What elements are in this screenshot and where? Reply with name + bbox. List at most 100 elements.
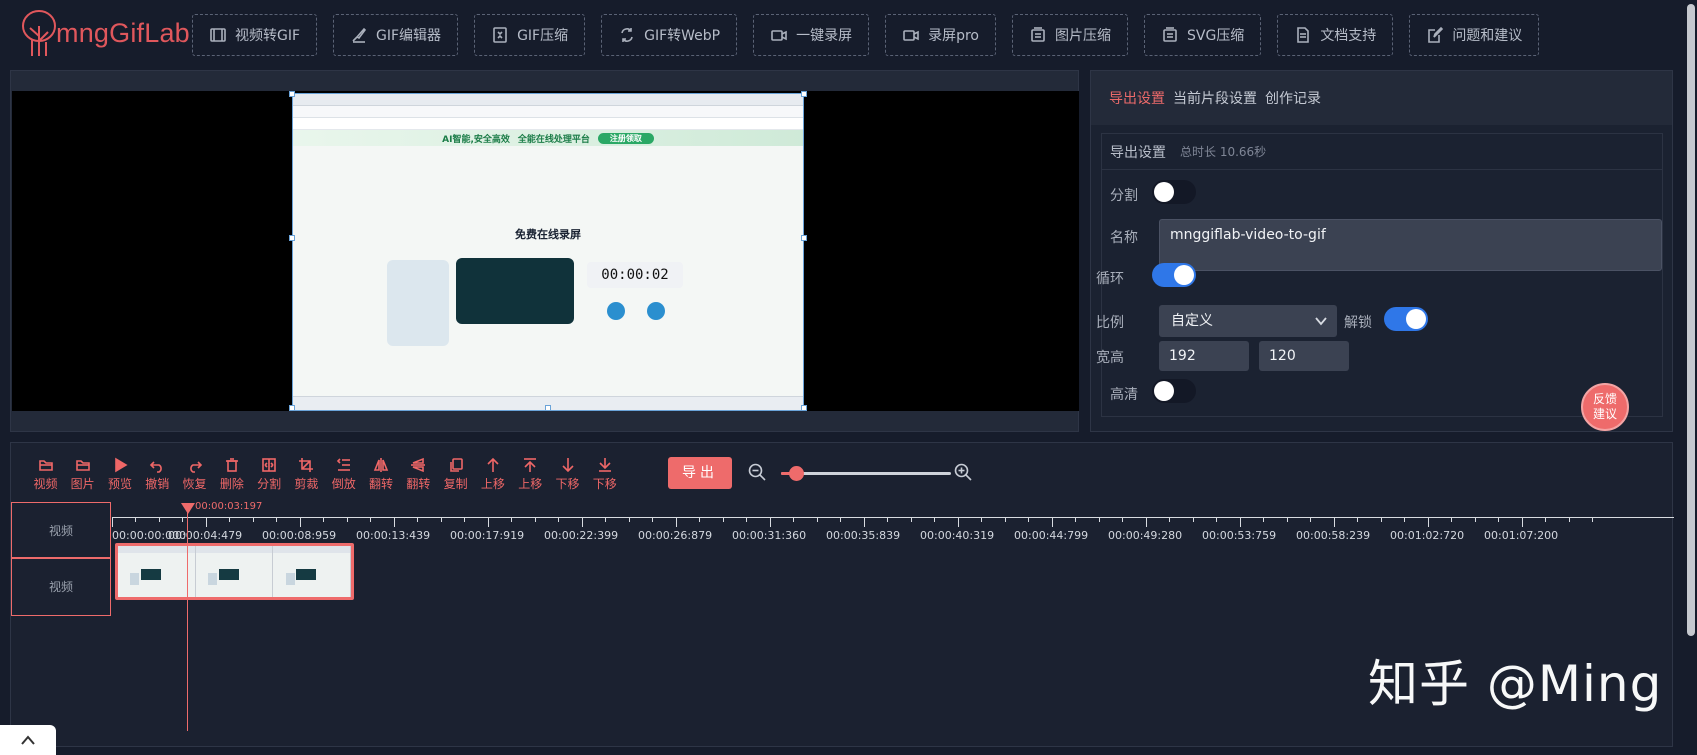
ruler-minor-tick: [253, 517, 254, 522]
tab-export-settings[interactable]: 导出设置: [1109, 88, 1165, 108]
app-header: mngGifLab 视频转GIF GIF编辑器 GIF压缩 GIF转WebP 一…: [0, 0, 1697, 68]
tool-undo-button[interactable]: 撤销: [139, 457, 176, 492]
nav-video-to-gif[interactable]: 视频转GIF: [192, 14, 318, 56]
nav-gif-to-webp[interactable]: GIF转WebP: [601, 14, 738, 56]
zoom-slider-thumb[interactable]: [788, 466, 804, 481]
resize-handle[interactable]: [289, 235, 295, 241]
zoom-slider[interactable]: [781, 472, 951, 475]
tool-reverse-button[interactable]: 倒放: [325, 457, 362, 492]
video-clip[interactable]: [115, 543, 354, 600]
tool-arrow-down-button[interactable]: 下移: [549, 457, 586, 492]
frame-url-bar: [293, 106, 803, 118]
ruler-label: 00:00:31:360: [732, 529, 807, 542]
tool-copy-button[interactable]: 复制: [437, 457, 474, 492]
ruler-minor-tick: [323, 517, 324, 522]
ruler-tick: [488, 517, 489, 527]
app-logo[interactable]: mngGifLab: [14, 8, 190, 58]
ratio-value: 自定义: [1171, 313, 1213, 329]
frame-banner-text: AI智能,安全高效: [442, 134, 510, 145]
tool-folder-button[interactable]: 视频: [27, 457, 64, 492]
hd-toggle[interactable]: [1152, 379, 1196, 403]
nav-docs[interactable]: 文档支持: [1277, 14, 1394, 56]
tool-trash-button[interactable]: 删除: [213, 457, 250, 492]
nav-record-pro[interactable]: 录屏pro: [885, 14, 996, 56]
track-label-2[interactable]: 视频: [11, 557, 111, 616]
ruler-minor-tick: [746, 517, 747, 522]
ruler-tick: [676, 517, 677, 527]
nav-gif-compress[interactable]: GIF压缩: [474, 14, 586, 56]
name-field[interactable]: mnggiflab-video-to-gif: [1159, 219, 1662, 271]
tool-flip-v-button[interactable]: 翻转: [400, 457, 437, 492]
split-toggle[interactable]: [1152, 180, 1196, 204]
export-button[interactable]: 导出: [668, 457, 732, 489]
tool-label: 恢复: [182, 477, 207, 491]
tool-label: 视频: [33, 477, 58, 491]
ruler-label: 00:00:53:759: [1202, 529, 1277, 542]
ruler-minor-tick: [1357, 517, 1358, 522]
ruler-tick: [1240, 517, 1241, 527]
zoom-in-icon[interactable]: [953, 462, 973, 482]
resize-handle[interactable]: [801, 91, 807, 97]
ruler-label: 00:00:08:959: [262, 529, 337, 542]
ruler-minor-tick: [229, 517, 230, 522]
tool-folder-button[interactable]: 图片: [64, 457, 101, 492]
frame-stop-icon: [647, 302, 665, 320]
nav-feedback[interactable]: 问题和建议: [1409, 14, 1540, 56]
ruler-minor-tick: [558, 517, 559, 522]
tool-arrow-up-button[interactable]: 上移: [474, 457, 511, 492]
tool-crop-button[interactable]: 剪裁: [288, 457, 325, 492]
unlock-toggle[interactable]: [1384, 307, 1428, 331]
resize-handle[interactable]: [545, 405, 551, 411]
tool-arrow-top-button[interactable]: 上移: [512, 457, 549, 492]
nav-one-click-record[interactable]: 一键录屏: [753, 14, 870, 56]
watermark: 知乎 @Ming: [1368, 655, 1663, 713]
tool-split-button[interactable]: 分割: [250, 457, 287, 492]
resize-handle[interactable]: [801, 235, 807, 241]
arrow-down-icon: [561, 458, 574, 473]
hd-label: 高清: [1110, 387, 1138, 403]
nav-image-compress[interactable]: 图片压缩: [1012, 14, 1128, 56]
ruler-minor-tick: [347, 517, 348, 522]
resize-handle[interactable]: [289, 91, 295, 97]
nav-label: 文档支持: [1320, 28, 1377, 44]
frame-banner-center: 全能在线处理平台: [517, 134, 590, 145]
tool-flip-h-button[interactable]: 翻转: [362, 457, 399, 492]
collapse-button[interactable]: [0, 725, 56, 755]
feedback-button[interactable]: 反馈 建议: [1581, 383, 1629, 431]
timeline-ruler[interactable]: 00:00:00:000 00:00:04:479 00:00:08:959 00:0…: [112, 517, 1674, 542]
frame-browser-tabs: [293, 94, 803, 106]
film-icon: [210, 28, 226, 42]
tool-redo-button[interactable]: 恢复: [176, 457, 213, 492]
playhead-marker[interactable]: [181, 503, 195, 514]
ratio-select[interactable]: 自定义: [1159, 305, 1337, 337]
tool-arrow-bottom-button[interactable]: 下移: [586, 457, 623, 492]
ruler-minor-tick: [511, 517, 512, 522]
preview-canvas[interactable]: AI智能,安全高效 全能在线处理平台 注册领取 免费在线录屏 00:00:02: [12, 91, 1079, 411]
document-icon: [1297, 27, 1310, 43]
chevron-up-icon: [21, 735, 35, 745]
scrollbar-thumb[interactable]: [1687, 4, 1695, 636]
nav-label: SVG压缩: [1187, 28, 1245, 44]
track-label-1[interactable]: 视频: [11, 502, 111, 559]
tool-label: 分割: [257, 477, 282, 491]
tab-clip-settings[interactable]: 当前片段设置: [1173, 88, 1257, 108]
feedback-line1: 反馈: [1592, 392, 1617, 406]
resize-handle[interactable]: [289, 405, 295, 411]
page-scrollbar[interactable]: [1685, 0, 1697, 755]
playhead-line[interactable]: [187, 509, 188, 731]
clip-thumbnail: [195, 546, 274, 597]
height-input[interactable]: 120: [1259, 341, 1349, 371]
nav-gif-editor[interactable]: GIF编辑器: [333, 14, 459, 56]
width-input[interactable]: 192: [1159, 341, 1249, 371]
nav-label: GIF压缩: [517, 28, 569, 44]
resize-handle[interactable]: [801, 405, 807, 411]
preview-video-frame[interactable]: AI智能,安全高效 全能在线处理平台 注册领取 免费在线录屏 00:00:02: [292, 93, 804, 411]
zoom-out-icon[interactable]: [747, 462, 767, 482]
tool-play-button[interactable]: 预览: [101, 457, 138, 492]
ruler-minor-tick: [1569, 517, 1570, 522]
loop-toggle[interactable]: [1152, 263, 1196, 287]
nav-svg-compress[interactable]: SVG压缩: [1144, 14, 1262, 56]
settings-panel: 导出设置 当前片段设置 创作记录 导出设置 总时长 10.66秒 分割 名称 m…: [1090, 70, 1673, 432]
tool-label: 撤销: [145, 477, 170, 491]
tab-history[interactable]: 创作记录: [1265, 88, 1321, 108]
